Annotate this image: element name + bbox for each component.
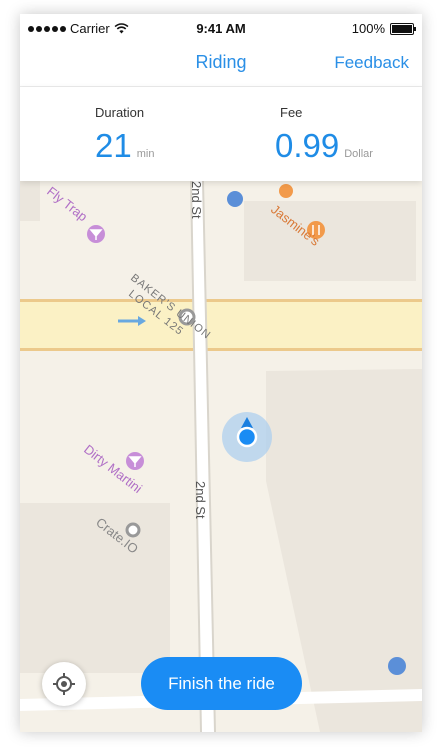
user-location-marker	[222, 412, 272, 462]
fee-metric: Fee 0.99 Dollar	[275, 105, 373, 165]
nav-bar: Riding Feedback	[20, 42, 422, 87]
fee-label: Fee	[280, 105, 303, 120]
poi-bottom-right[interactable]	[388, 657, 406, 675]
road-main	[20, 302, 422, 348]
locate-me-button[interactable]	[42, 662, 86, 706]
label-2nd-st-bottom: 2nd St	[193, 481, 208, 519]
feedback-button[interactable]: Feedback	[334, 53, 409, 73]
map-canvas: Fly Trap 2nd St 2nd St Jasmine's BAKER'S…	[20, 181, 422, 732]
duration-label: Duration	[95, 105, 145, 120]
fee-value: 0.99	[275, 127, 340, 164]
status-right: 100%	[351, 21, 416, 36]
label-2nd-st-top: 2nd St	[189, 181, 204, 219]
poi-orange-top	[279, 184, 293, 198]
poi-dirty-martini[interactable]: Dirty Martini	[81, 442, 145, 497]
duration-unit: min	[136, 148, 155, 160]
map-view[interactable]: Fly Trap 2nd St 2nd St Jasmine's BAKER'S…	[20, 181, 422, 732]
phone-screen: Carrier 9:41 AM 100% Riding Feedback Dur…	[20, 14, 422, 732]
fee-unit: Dollar	[344, 148, 373, 160]
building-block	[20, 503, 170, 673]
poi-transit[interactable]	[227, 191, 243, 207]
finish-ride-button[interactable]: Finish the ride	[141, 657, 302, 710]
ride-info-panel: Duration 21 min Fee 0.99 Dollar	[20, 87, 422, 181]
crosshair-icon	[53, 673, 75, 695]
battery-percent: 100%	[351, 21, 385, 36]
poi-fly-trap[interactable]: Fly Trap	[44, 184, 105, 243]
status-bar: Carrier 9:41 AM 100%	[20, 14, 422, 42]
battery-icon	[390, 22, 416, 35]
building-block	[20, 181, 40, 221]
duration-metric: Duration 21 min	[95, 105, 154, 165]
duration-value: 21	[95, 127, 132, 164]
label-fly-trap: Fly Trap	[44, 184, 90, 225]
